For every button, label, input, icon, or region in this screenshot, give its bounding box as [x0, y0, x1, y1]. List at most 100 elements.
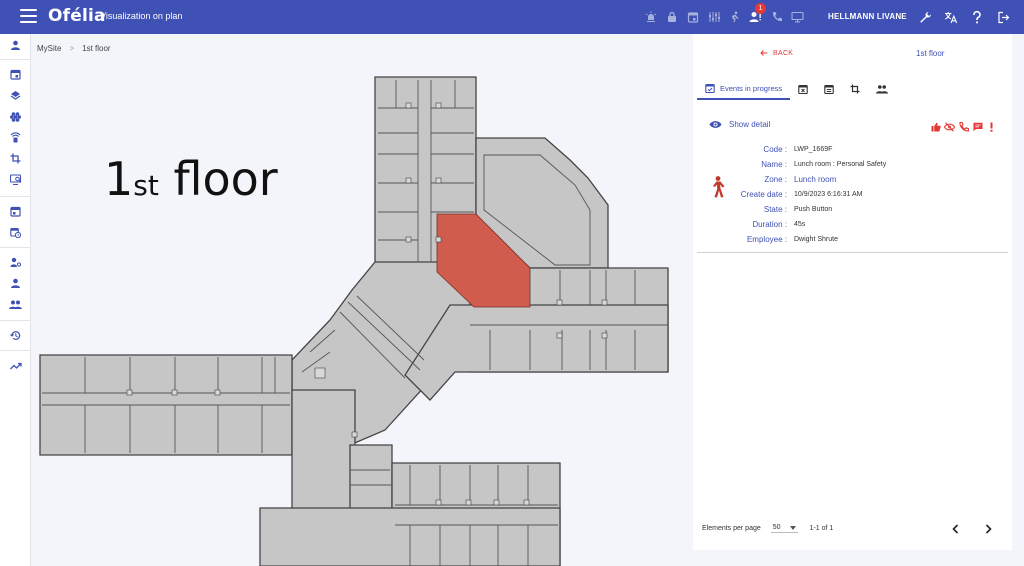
detail-value: LWP_1669F: [794, 146, 833, 153]
detail-label: State :: [763, 205, 787, 214]
floor-label: 1st floor: [104, 156, 278, 202]
thumb-up-icon[interactable]: [930, 121, 941, 132]
crop-icon: [850, 84, 860, 94]
tab-events-label: Events in progress: [720, 83, 783, 93]
alarm-icon[interactable]: [640, 8, 661, 26]
logout-icon[interactable]: [990, 8, 1016, 26]
event-actions: [930, 121, 997, 132]
trending-up-icon[interactable]: [8, 358, 23, 373]
dropdown-arrow-icon: [789, 525, 796, 530]
panel-divider: [697, 252, 1008, 253]
chevron-right-icon: [985, 524, 992, 534]
detail-label: Zone :: [764, 175, 787, 184]
tab-schedule[interactable]: [816, 78, 842, 100]
history-icon[interactable]: [8, 328, 23, 343]
next-page-button[interactable]: [985, 524, 992, 537]
floor-word: floor: [173, 152, 278, 206]
detail-code: Code : LWP_1669F: [723, 142, 973, 157]
show-detail-button[interactable]: Show detail: [709, 120, 770, 129]
tab-people[interactable]: [868, 78, 896, 100]
calendar-icon[interactable]: [8, 67, 23, 82]
translate-icon[interactable]: [938, 8, 964, 26]
floor-number: 1: [104, 152, 134, 206]
arrow-back-icon: [760, 50, 768, 56]
calendar-x-icon: [798, 84, 808, 94]
top-app-bar: Ofélia Visualization on plan 1 HELLMANN …: [0, 0, 1024, 34]
calendar-clock-icon[interactable]: [8, 225, 23, 240]
crop-icon[interactable]: [8, 151, 23, 166]
detail-duration: Duration : 45s: [723, 217, 973, 232]
user-name[interactable]: HELLMANN LIVANE: [828, 12, 907, 21]
user-alert-icon[interactable]: 1: [745, 3, 766, 26]
back-button[interactable]: BACK: [760, 49, 793, 57]
manage-user-icon[interactable]: [8, 255, 23, 270]
tab-crop[interactable]: [842, 78, 868, 100]
detail-create-date: Create date : 10/9/2023 6:16:31 AM: [723, 187, 973, 202]
wrench-icon[interactable]: [912, 8, 938, 26]
breadcrumb-floor: 1st floor: [82, 44, 111, 53]
back-label: BACK: [773, 49, 794, 57]
detail-value: Lunch room : Personal Safety: [794, 161, 887, 168]
page-title: Visualization on plan: [100, 11, 183, 21]
people-icon: [876, 85, 889, 94]
chevron-left-icon: [952, 524, 959, 534]
layers-icon[interactable]: [8, 88, 23, 103]
detail-value: 10/9/2023 6:16:31 AM: [794, 191, 863, 198]
screen-search-icon[interactable]: [8, 172, 23, 187]
eye-icon: [709, 121, 722, 128]
detail-state: State : Push Button: [723, 202, 973, 217]
calendar-list-icon: [824, 84, 834, 94]
detail-value: 45s: [794, 221, 806, 228]
sensors-icon[interactable]: [703, 8, 724, 26]
breadcrumb-separator: >: [69, 44, 75, 53]
toolbar-actions: [912, 8, 1016, 26]
calendar-icon[interactable]: [682, 8, 703, 26]
event-details: Code : LWP_1669F Name : Lunch room : Per…: [723, 142, 973, 247]
zone-link[interactable]: Lunch room: [794, 175, 836, 184]
detail-employee: Employee : Dwight Shrute: [723, 232, 973, 247]
detail-value: Dwight Shrute: [794, 236, 838, 243]
detail-name: Name : Lunch room : Personal Safety: [723, 157, 973, 172]
chat-icon[interactable]: [972, 121, 983, 132]
previous-page-button[interactable]: [952, 524, 959, 537]
detail-zone: Zone : Lunch room: [723, 172, 973, 187]
left-sidebar: [0, 34, 31, 566]
event-panel: BACK 1st floor Events in progress Show d…: [693, 34, 1012, 550]
wifi-badge-icon[interactable]: [8, 130, 23, 145]
show-detail-label: Show detail: [729, 120, 771, 129]
notification-badge: 1: [755, 3, 766, 14]
page-size-value: 50: [772, 524, 781, 531]
group-icon[interactable]: [8, 297, 23, 312]
floor-plan[interactable]: [31, 60, 693, 566]
detail-label: Duration :: [752, 220, 787, 229]
hive-icon[interactable]: [8, 109, 23, 124]
elements-per-page-label: Elements per page: [702, 525, 761, 532]
paginator: Elements per page 50 1-1 of 1: [702, 524, 833, 533]
event-check-icon: [705, 83, 715, 93]
tab-events-in-progress[interactable]: Events in progress: [697, 78, 791, 100]
panel-floor-name: 1st floor: [916, 49, 945, 58]
alert-icon[interactable]: [986, 121, 997, 132]
breadcrumb-site[interactable]: MySite: [37, 44, 61, 53]
app-logo: Ofélia: [48, 6, 106, 26]
detail-label: Employee :: [746, 235, 787, 244]
floor-suffix: st: [133, 169, 159, 202]
person-icon[interactable]: [8, 38, 23, 53]
detail-label: Name :: [761, 160, 787, 169]
tab-cancelled[interactable]: [790, 78, 816, 100]
eye-off-icon[interactable]: [944, 121, 955, 132]
panel-tabs: Events in progress: [697, 78, 896, 100]
event-icon[interactable]: [8, 204, 23, 219]
detail-label: Code :: [763, 145, 787, 154]
detail-value: Push Button: [794, 206, 833, 213]
phone-icon[interactable]: [958, 121, 969, 132]
lock-icon[interactable]: [661, 8, 682, 26]
page-size-select[interactable]: 50: [770, 524, 798, 533]
user-icon[interactable]: [8, 276, 23, 291]
help-icon[interactable]: [964, 8, 990, 26]
detail-label: Create date :: [740, 190, 787, 199]
screen-icon[interactable]: [787, 8, 808, 26]
menu-icon[interactable]: [20, 9, 37, 23]
walk-icon[interactable]: [724, 8, 745, 26]
phone-icon[interactable]: [766, 8, 787, 26]
